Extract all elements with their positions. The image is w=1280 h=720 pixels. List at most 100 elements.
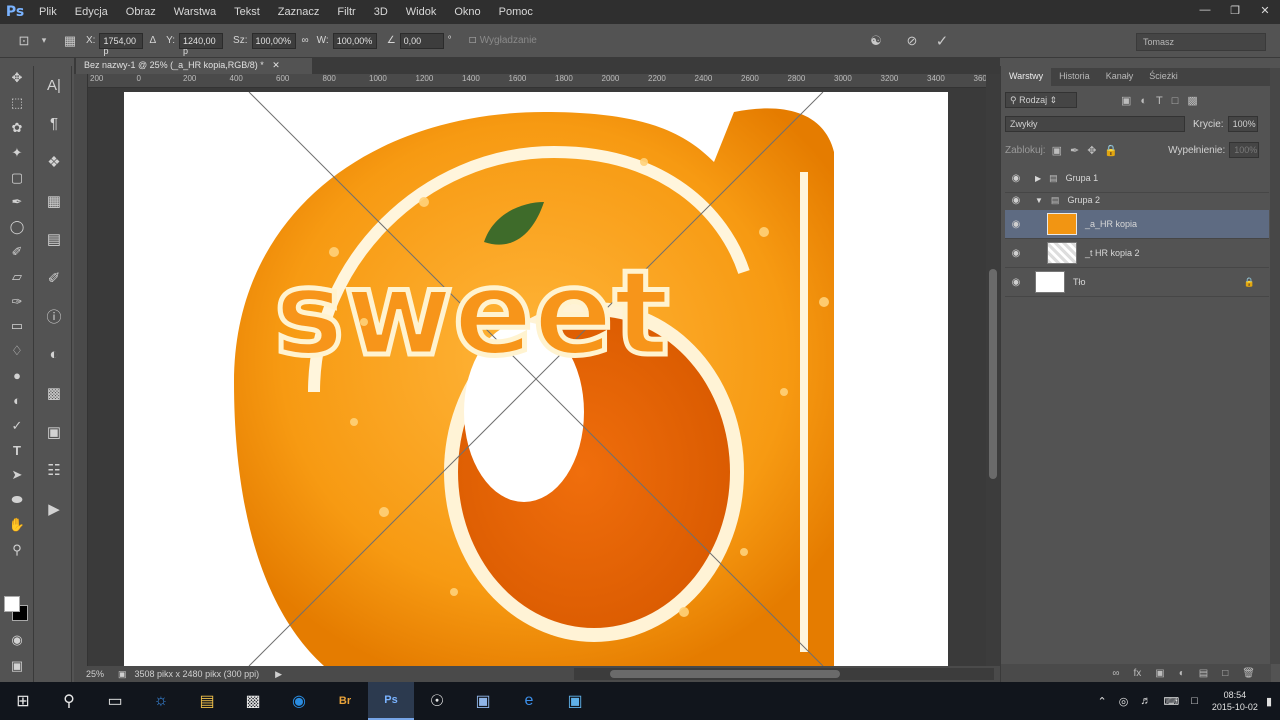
- swatches-panel-icon[interactable]: ▩: [36, 374, 72, 413]
- photoshop-taskbar-icon[interactable]: Ps: [368, 682, 414, 720]
- document-info-icon[interactable]: ▣: [118, 669, 127, 680]
- bridge-icon[interactable]: Br: [322, 682, 368, 720]
- x-input[interactable]: 1754,00 p: [99, 32, 144, 56]
- healing-brush-tool-icon[interactable]: ◯: [0, 215, 34, 240]
- notifications-icon[interactable]: ▮: [1266, 695, 1272, 708]
- eraser-tool-icon[interactable]: ▭: [0, 314, 34, 339]
- properties-panel-icon[interactable]: ☷: [36, 451, 72, 490]
- path-selection-tool-icon[interactable]: ➤: [0, 463, 34, 488]
- crop-tool-icon[interactable]: ▢: [0, 165, 34, 190]
- visibility-eye-icon[interactable]: ◉: [1005, 195, 1027, 206]
- layer-name[interactable]: _a_HR kopia: [1085, 219, 1137, 229]
- menu-type[interactable]: Tekst: [225, 0, 269, 24]
- remote-desktop-icon[interactable]: ▣: [552, 682, 598, 720]
- network-icon[interactable]: ◎: [1119, 695, 1129, 708]
- keyboard-icon[interactable]: ⌨: [1163, 695, 1179, 708]
- canvas-area[interactable]: sweet: [88, 88, 986, 666]
- task-view-icon[interactable]: ▭: [92, 682, 138, 720]
- status-menu-arrow-icon[interactable]: ▶: [275, 669, 282, 680]
- marquee-tool-icon[interactable]: ⬚: [0, 91, 34, 116]
- collapse-arrow-icon[interactable]: ▼: [1035, 196, 1043, 205]
- color-panel-icon[interactable]: ◐: [36, 336, 72, 375]
- warp-icon[interactable]: ☯: [866, 31, 886, 51]
- layer-name[interactable]: _t HR kopia 2: [1085, 248, 1140, 258]
- tab-channels[interactable]: Kanały: [1098, 68, 1142, 86]
- y-input[interactable]: 1240,00 p: [179, 32, 224, 56]
- reference-point-icon[interactable]: ▦: [60, 31, 80, 51]
- angle-input[interactable]: 0,00: [399, 32, 444, 49]
- vertical-scrollbar[interactable]: [986, 74, 1000, 666]
- action-center-icon[interactable]: □: [1191, 695, 1198, 707]
- 3d-panel-icon[interactable]: ❖: [36, 143, 72, 182]
- start-button-icon[interactable]: ⊞: [0, 682, 46, 720]
- foreground-color-swatch[interactable]: [4, 596, 20, 612]
- blur-tool-icon[interactable]: ●: [0, 364, 34, 389]
- menu-edit[interactable]: Edycja: [66, 0, 117, 24]
- menu-image[interactable]: Obraz: [117, 0, 165, 24]
- brush-panel-icon[interactable]: ✐: [36, 259, 72, 298]
- adjustments-panel-icon[interactable]: ▤: [36, 220, 72, 259]
- opacity-input[interactable]: 100%: [1227, 116, 1258, 132]
- delete-layer-icon[interactable]: 🗑: [1242, 668, 1255, 679]
- new-layer-icon[interactable]: □: [1222, 668, 1228, 679]
- pen-tool-icon[interactable]: ✓: [0, 413, 34, 438]
- zoom-level[interactable]: 25%: [74, 669, 110, 679]
- layer-filter-select[interactable]: ⚲ Rodzaj ⇕: [1005, 92, 1077, 108]
- paragraph-panel-icon[interactable]: ¶: [36, 105, 72, 144]
- menu-3d[interactable]: 3D: [365, 0, 397, 24]
- styles-panel-icon[interactable]: ▣: [36, 413, 72, 452]
- menu-window[interactable]: Okno: [445, 0, 489, 24]
- width-input[interactable]: 100,00%: [251, 32, 296, 49]
- move-tool-icon[interactable]: ✥: [0, 66, 34, 91]
- layer-name[interactable]: Tło: [1073, 277, 1086, 287]
- delta-icon[interactable]: Δ: [149, 35, 156, 46]
- tray-expand-icon[interactable]: ⌃: [1098, 695, 1107, 708]
- add-mask-icon[interactable]: ▣: [1155, 668, 1164, 679]
- smoothing-checkbox[interactable]: □: [470, 35, 476, 46]
- type-tool-icon[interactable]: T: [0, 438, 34, 463]
- layer-row-t-hr-kopia-2[interactable]: ◉ _t HR kopia 2: [1005, 239, 1269, 268]
- dropdown-arrow-icon[interactable]: ▾: [34, 31, 54, 51]
- hand-tool-icon[interactable]: ✋: [0, 512, 34, 537]
- visibility-eye-icon[interactable]: ◉: [1005, 173, 1027, 184]
- horizontal-scrollbar[interactable]: [574, 668, 994, 680]
- lock-icons[interactable]: ▣✒✥🔒: [1052, 144, 1127, 157]
- adjustment-layer-icon[interactable]: ◐: [1179, 668, 1185, 679]
- menu-help[interactable]: Pomoc: [490, 0, 542, 24]
- menu-filter[interactable]: Filtr: [328, 0, 364, 24]
- history-brush-tool-icon[interactable]: ✑: [0, 289, 34, 314]
- zoom-tool-icon[interactable]: ⚲: [0, 537, 34, 562]
- layer-filter-icons[interactable]: ▣◐T□▩: [1121, 94, 1207, 107]
- character-panel-icon[interactable]: A|: [36, 66, 72, 105]
- layer-row-background[interactable]: ◉ Tło 🔒: [1005, 268, 1269, 297]
- fill-input[interactable]: 100%: [1229, 142, 1260, 158]
- layers-scrollbar[interactable]: [1270, 68, 1280, 664]
- vertical-scroll-thumb[interactable]: [989, 269, 997, 479]
- chrome-icon[interactable]: ◉: [276, 682, 322, 720]
- layer-name[interactable]: Grupa 2: [1067, 195, 1100, 205]
- edge-browser-icon[interactable]: ☼: [138, 682, 184, 720]
- shape-tool-icon[interactable]: ⬬: [0, 488, 34, 513]
- close-tab-icon[interactable]: ✕: [272, 60, 280, 70]
- layer-name[interactable]: Grupa 1: [1066, 173, 1099, 183]
- brush-tool-icon[interactable]: ✐: [0, 240, 34, 265]
- document-canvas[interactable]: sweet: [124, 92, 948, 666]
- tab-layers[interactable]: Warstwy: [1001, 68, 1052, 86]
- restore-icon[interactable]: ❐: [1220, 0, 1250, 20]
- menu-file[interactable]: Plik: [30, 0, 66, 24]
- visibility-eye-icon[interactable]: ◉: [1005, 219, 1027, 230]
- expand-arrow-icon[interactable]: ▶: [1035, 174, 1041, 183]
- internet-explorer-icon[interactable]: e: [506, 682, 552, 720]
- workspace-select[interactable]: Tomasz: [1136, 33, 1266, 51]
- commit-transform-icon[interactable]: ✓: [932, 31, 952, 51]
- visibility-eye-icon[interactable]: ◉: [1005, 248, 1027, 259]
- layer-row-a-hr-kopia[interactable]: ◉ _a_HR kopia: [1005, 210, 1269, 239]
- cancel-transform-icon[interactable]: ⊘: [902, 31, 922, 51]
- lasso-tool-icon[interactable]: ✿: [0, 116, 34, 141]
- clone-stamp-tool-icon[interactable]: ▱: [0, 264, 34, 289]
- screen-mode-icon[interactable]: ▣: [0, 654, 34, 679]
- link-icon[interactable]: ∞: [302, 35, 309, 46]
- transform-tool-icon[interactable]: ⊡: [14, 31, 34, 51]
- menu-layer[interactable]: Warstwa: [165, 0, 225, 24]
- quick-mask-icon[interactable]: ◉: [0, 628, 34, 653]
